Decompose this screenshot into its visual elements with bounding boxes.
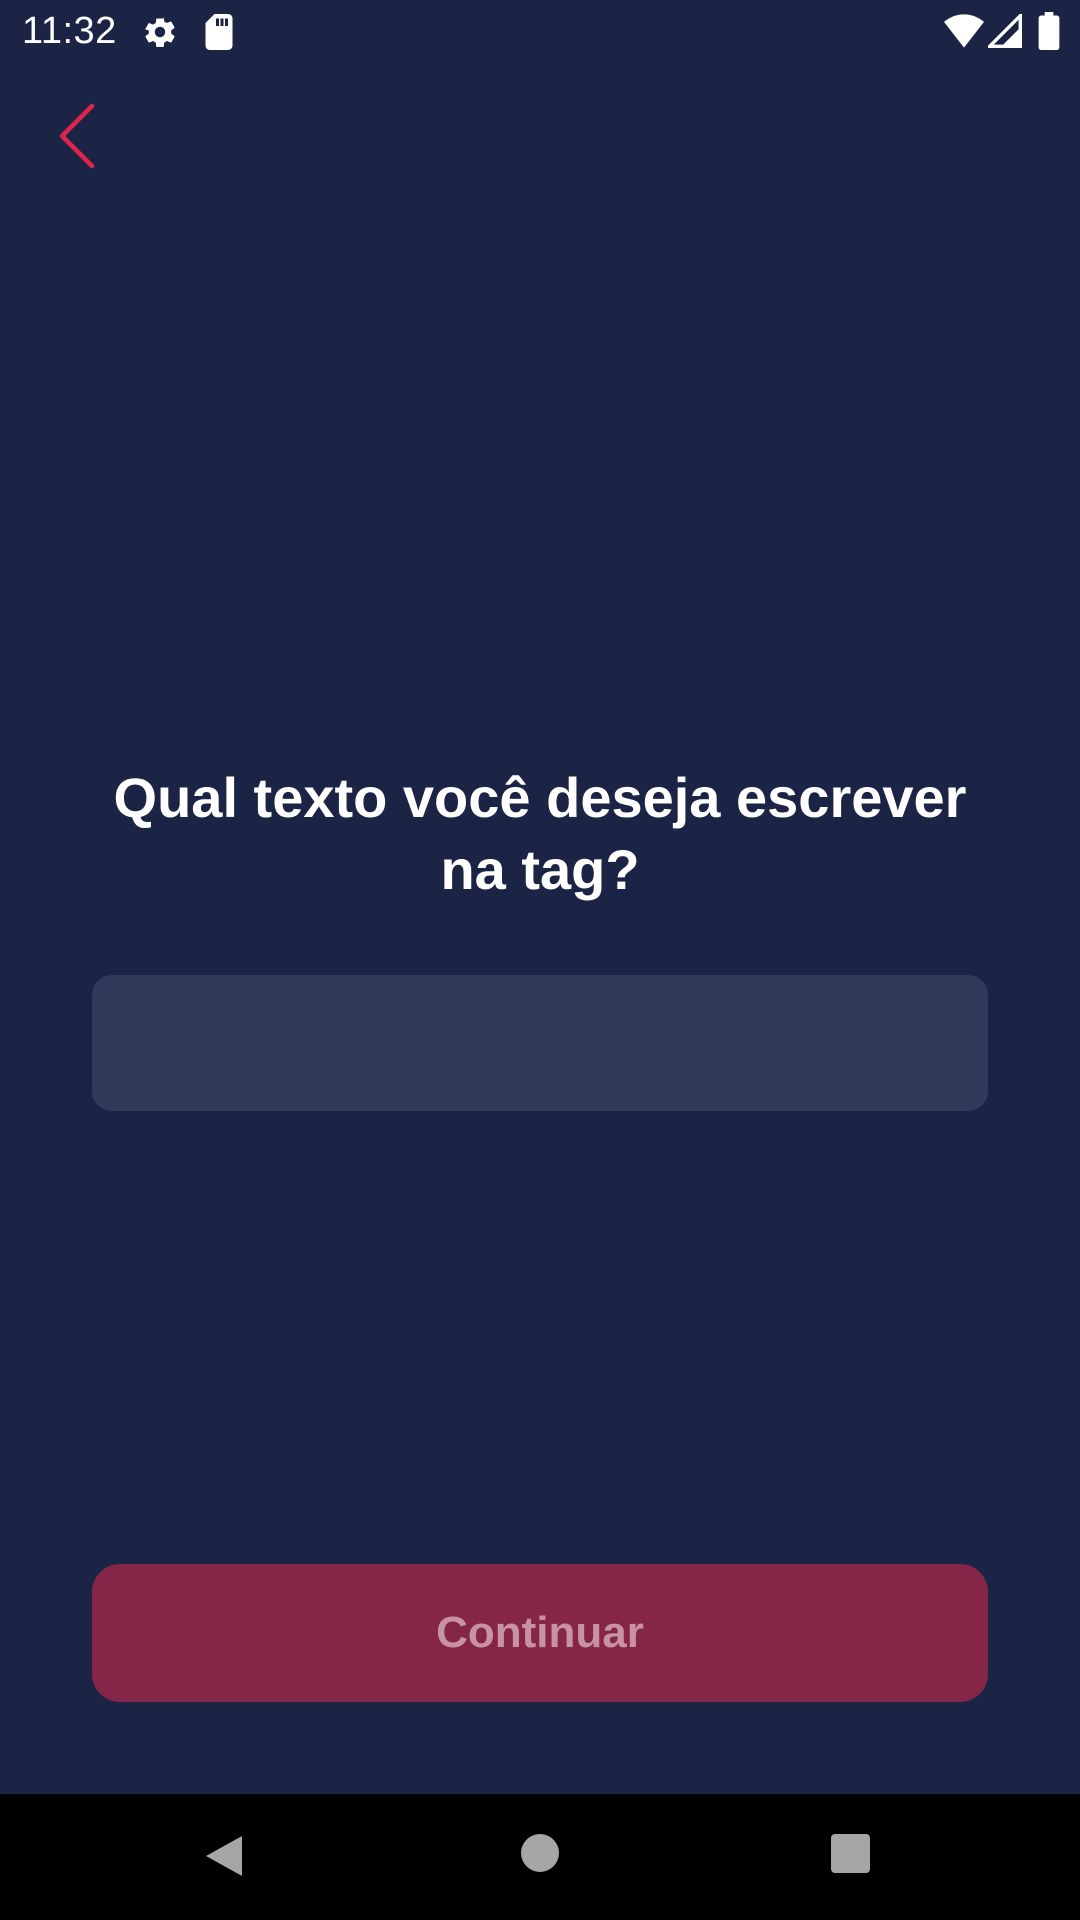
gear-icon — [142, 14, 178, 55]
signal-icon — [985, 11, 1022, 53]
screen: 11:32 Qual texto você deseja escrever na… — [0, 0, 1080, 1920]
navigation-bar — [0, 1794, 1080, 1920]
back-button[interactable] — [50, 96, 110, 176]
wifi-icon — [944, 14, 984, 53]
page-title: Qual texto você deseja escrever na tag? — [113, 766, 967, 901]
battery-icon — [1038, 12, 1060, 55]
nav-back-icon[interactable] — [204, 1834, 244, 1883]
status-bar: 11:32 — [0, 0, 1080, 64]
nav-home-icon[interactable] — [521, 1834, 559, 1872]
sd-card-icon — [204, 14, 234, 55]
status-time: 11:32 — [22, 10, 117, 52]
chevron-left-icon — [59, 103, 95, 169]
continue-button[interactable]: Continuar — [92, 1564, 988, 1702]
nav-recents-icon[interactable] — [831, 1834, 870, 1873]
tag-text-input[interactable] — [92, 975, 988, 1111]
